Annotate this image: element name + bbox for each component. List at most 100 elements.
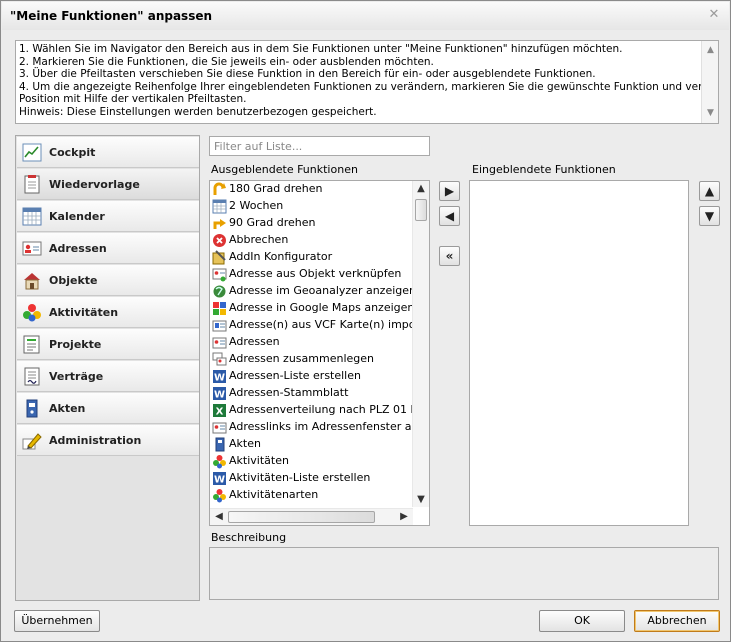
list-item[interactable]: Adressen zusammenlegen [211,351,411,368]
scroll-down-icon[interactable]: ▼ [703,106,718,121]
list-item-label: Adressen-Stammblatt [229,386,349,399]
list-item[interactable]: W Aktivitäten-Liste erstellen [211,470,411,487]
instructions-box[interactable]: 1. Wählen Sie im Navigator den Bereich a… [15,40,719,124]
svg-text:W: W [214,373,225,384]
maps-icon [213,302,226,315]
addin-icon [212,250,226,265]
list-horizontal-scrollbar[interactable]: ◀ ▶ [210,508,413,525]
merge-icon [212,352,227,366]
list-item-label: Adresse im Geoanalyzer anzeigen [229,284,416,297]
geo-icon [213,285,226,298]
move-down-button[interactable]: ▼ [699,206,720,226]
list-item[interactable]: Adressen [211,334,411,351]
list-item-label: Adressen-Liste erstellen [229,369,361,382]
nav-item-label: Adressen [49,242,107,255]
list-item[interactable]: Abbrechen [211,232,411,249]
instruction-line: 3. Über die Pfeiltasten verschieben Sie … [19,68,596,81]
list-item[interactable]: 90 Grad drehen [211,215,411,232]
instruction-line: Hinweis: Diese Einstellungen werden benu… [19,105,377,118]
scroll-right-icon[interactable]: ▶ [398,511,410,522]
list-item-label: Aktivitätenarten [229,488,319,501]
scroll-up-icon[interactable]: ▲ [415,183,427,194]
scroll-down-icon[interactable]: ▼ [415,494,427,505]
cancel-icon [213,234,226,247]
nav-item-label: Wiedervorlage [49,178,140,191]
scroll-up-icon[interactable]: ▲ [703,43,718,58]
nav-item-label: Aktivitäten [49,306,119,319]
list-item[interactable]: Adresse aus Objekt verknüpfen [211,266,411,283]
list-item[interactable]: Adresse im Geoanalyzer anzeigen [211,283,416,300]
nav-item-vertraege[interactable]: Verträge [17,361,199,392]
nav-item-label: Kalender [49,210,105,223]
checklist-icon [24,175,40,194]
nav-item-akten[interactable]: Akten [17,393,199,424]
word-icon: W [213,370,226,384]
svg-text:X: X [216,407,224,418]
nav-item-label: Verträge [49,370,104,383]
address-card-icon [212,337,227,349]
hidden-functions-list[interactable]: 180 Grad drehen 2 Wochen 90 Grad drehen … [209,180,430,526]
file-icon [26,399,38,418]
list-item[interactable]: X Adressenverteilung nach PLZ 01 bis 0! [211,402,429,419]
nav-item-kalender[interactable]: Kalender [17,201,199,232]
activities-icon [213,489,226,503]
move-up-button[interactable]: ▲ [699,181,720,201]
instruction-line: 4. Um die angezeigte Reihenfolge Ihrer e… [19,80,719,93]
list-item[interactable]: AddIn Konfigurator [211,249,411,266]
nav-item-wiedervorlage[interactable]: Wiedervorlage [17,169,199,200]
list-item[interactable]: Aktivitätenarten [211,487,411,504]
list-item[interactable]: W Adressen-Liste erstellen [211,368,411,385]
house-icon [24,273,40,290]
move-left-button[interactable]: ◀ [439,206,460,226]
instruction-line: 1. Wählen Sie im Navigator den Bereich a… [19,43,623,55]
shown-functions-list[interactable] [469,180,689,526]
nav-item-label: Projekte [49,338,102,351]
nav-item-objekte[interactable]: Objekte [17,265,199,296]
nav-item-cockpit[interactable]: Cockpit [17,137,199,168]
list-item[interactable]: W Adressen-Stammblatt [211,385,411,402]
nav-item-label: Objekte [49,274,98,287]
list-vertical-scrollbar[interactable]: ▲ ▼ [412,181,429,507]
filter-input[interactable] [209,136,430,156]
svg-text:W: W [214,475,225,486]
list-item[interactable]: 2 Wochen [211,198,411,215]
scroll-thumb[interactable] [228,511,375,523]
activities-icon [213,455,226,469]
list-item-label: Adressen zusammenlegen [229,352,374,365]
list-item-label: Adressen [229,335,280,348]
scroll-thumb[interactable] [415,199,427,221]
instruction-line: 2. Markieren Sie die Funktionen, die Sie… [19,55,434,68]
list-item[interactable]: Adresse in Google Maps anzeigen [211,300,415,317]
list-item[interactable]: Aktivitäten [211,453,411,470]
nav-item-aktivitaeten[interactable]: Aktivitäten [17,297,199,328]
nav-item-administration[interactable]: Administration [17,425,199,456]
nav-item-adressen[interactable]: Adressen [17,233,199,264]
file-icon [215,437,225,452]
scroll-left-icon[interactable]: ◀ [213,511,225,522]
list-item[interactable]: Akten [211,436,411,453]
word-icon: W [213,387,226,401]
customize-functions-dialog: "Meine Funktionen" anpassen ✕ 1. Wählen … [0,0,731,642]
vcard-icon [212,320,227,332]
hidden-functions-label: Ausgeblendete Funktionen [211,163,358,176]
ok-button[interactable]: OK [539,610,625,632]
close-icon[interactable]: ✕ [707,8,721,22]
rotate-icon [213,182,226,195]
list-item-label: Adressenverteilung nach PLZ 01 bis 0! [229,403,430,416]
list-item-label: Abbrechen [229,233,289,246]
cancel-button[interactable]: Abbrechen [634,610,720,632]
list-item[interactable]: Adresse(n) aus VCF Karte(n) importiere [211,317,429,334]
move-right-button[interactable]: ▶ [439,181,460,201]
nav-item-projekte[interactable]: Projekte [17,329,199,360]
list-item-label: AddIn Konfigurator [229,250,333,263]
instructions-scrollbar[interactable]: ▲ ▼ [701,41,718,123]
list-item[interactable]: Adresslinks im Adressenfenster anzeige [211,419,429,436]
list-item-label: Adresse in Google Maps anzeigen [229,301,415,314]
address-card-icon [212,422,227,434]
list-item-label: Aktivitäten [229,454,289,467]
apply-button[interactable]: Übernehmen [14,610,100,632]
list-item[interactable]: 180 Grad drehen [211,181,411,198]
word-icon: W [213,472,226,486]
rotate-icon [213,219,226,229]
move-all-left-button[interactable]: « [439,246,460,266]
